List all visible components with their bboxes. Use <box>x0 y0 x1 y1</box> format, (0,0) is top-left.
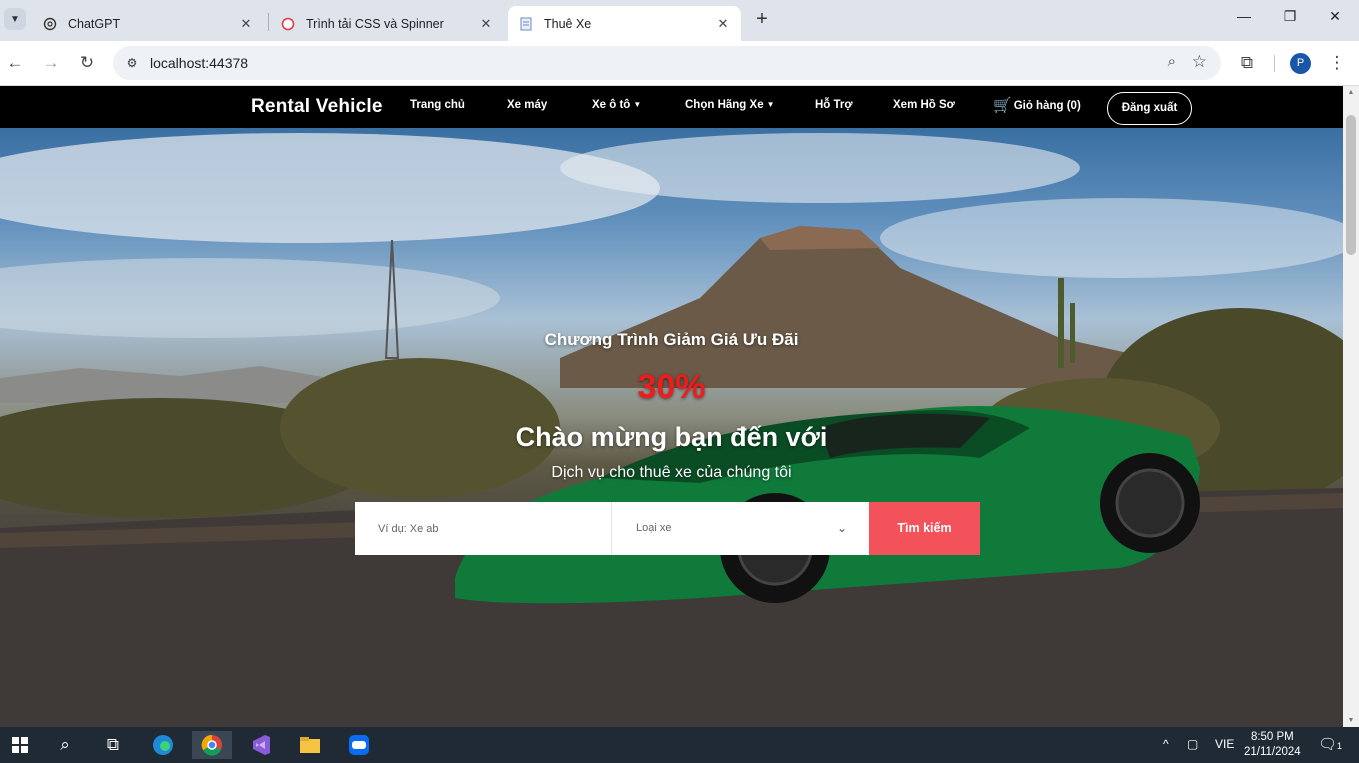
promo-title: Chương Trình Giảm Giá Ưu Đãi <box>544 330 799 349</box>
search-input[interactable] <box>355 502 612 555</box>
language-indicator[interactable]: VIE <box>1215 737 1234 751</box>
new-tab-plus-icon[interactable]: + <box>751 9 773 31</box>
nav-cart-label: Giỏ hàng (0) <box>1013 100 1081 112</box>
nav-brand-dropdown[interactable]: Chọn Hãng Xe ▼ <box>685 99 775 111</box>
caret-down-icon: ▼ <box>633 100 642 110</box>
url-text[interactable]: localhost:44378 <box>150 55 248 71</box>
page-scrollbar[interactable]: ▲ ▼ <box>1343 86 1359 727</box>
logout-button[interactable]: Đăng xuất <box>1107 92 1192 125</box>
search-button[interactable]: Tìm kiếm <box>869 502 980 555</box>
extensions-puzzle-icon[interactable]: ⧉ <box>1236 52 1258 74</box>
vehicle-type-select[interactable]: Loại xe ⌄ <box>612 502 869 555</box>
chrome-icon[interactable] <box>192 731 232 759</box>
hero-banner: Chương Trình Giảm Giá Ưu Đãi 30% Chào mừ… <box>0 128 1343 727</box>
browser-tab-strip: ▼ ChatGPT ✕ Trình tải CSS và Spinner ✕ T… <box>0 0 1359 41</box>
tab-thue-xe[interactable]: Thuê Xe ✕ <box>508 6 741 41</box>
file-explorer-icon[interactable] <box>290 731 330 759</box>
menu-kebab-icon[interactable]: ⋮ <box>1326 52 1348 74</box>
show-hidden-icons-chevron-icon[interactable]: ^ <box>1163 737 1169 751</box>
nav-profile-label: Xem Hồ Sơ <box>893 99 955 111</box>
page-viewport: Rental Vehicle Trang chủ Xe máy Xe ô tô ▼… <box>0 86 1343 727</box>
nav-motorbike-label: Xe máy <box>507 99 548 111</box>
tab-divider <box>268 13 269 31</box>
tab-close-icon[interactable]: ✕ <box>478 16 494 32</box>
address-bar[interactable]: ⚙ localhost:44378 ⌕ ☆ <box>113 46 1221 80</box>
site-settings-icon[interactable]: ⚙ <box>123 54 141 72</box>
forward-arrow-icon[interactable]: → <box>40 52 62 74</box>
scrollbar-thumb[interactable] <box>1346 115 1356 255</box>
edge-icon[interactable] <box>143 731 183 759</box>
toolbar-divider <box>1274 55 1275 72</box>
chevron-down-icon: ⌄ <box>836 521 847 535</box>
zoom-icon[interactable]: ⌕ <box>1168 53 1176 70</box>
page-icon <box>518 16 534 32</box>
shopping-cart-icon: 🛒 <box>993 97 1012 114</box>
task-view-icon[interactable]: ⧉ <box>93 731 133 759</box>
windows-taskbar: ⌕ ⧉ ^ ▢ VIE 8:50 PM 21/11/2024 🗨1 <box>0 727 1359 763</box>
nav-car-label: Xe ô tô <box>592 99 631 111</box>
tab-title: ChatGPT <box>68 16 121 31</box>
browser-toolbar: ← → ↻ ⚙ localhost:44378 ⌕ ☆ ⧉ P ⋮ <box>0 41 1359 86</box>
tab-chatgpt[interactable]: ChatGPT ✕ <box>32 6 264 41</box>
search-icon[interactable]: ⌕ <box>45 731 85 759</box>
tab-title: Thuê Xe <box>544 16 592 31</box>
notification-center-icon[interactable]: 🗨1 <box>1318 735 1342 753</box>
profile-avatar[interactable]: P <box>1290 53 1311 74</box>
nav-car-dropdown[interactable]: Xe ô tô ▼ <box>592 99 641 111</box>
nav-support-label: Hỗ Trợ <box>815 99 853 111</box>
tab-css-spinner[interactable]: Trình tải CSS và Spinner ✕ <box>270 6 504 41</box>
chatgpt-icon <box>42 16 58 32</box>
nav-support[interactable]: Hỗ Trợ <box>815 99 853 111</box>
tab-close-icon[interactable]: ✕ <box>715 16 731 32</box>
clock-date: 21/11/2024 <box>1244 746 1301 758</box>
clock[interactable]: 8:50 PM 21/11/2024 <box>1244 730 1301 760</box>
bookmark-star-icon[interactable]: ☆ <box>1192 52 1207 72</box>
site-navbar: Rental Vehicle Trang chủ Xe máy Xe ô tô ▼… <box>0 86 1343 128</box>
reload-icon[interactable]: ↻ <box>76 52 98 74</box>
zalo-icon[interactable] <box>339 731 379 759</box>
caret-down-icon: ▼ <box>766 100 775 110</box>
nav-cart[interactable]: 🛒 Giỏ hàng (0) <box>993 96 1081 114</box>
window-close-icon[interactable]: ✕ <box>1322 8 1348 32</box>
tab-search-button[interactable]: ▼ <box>4 8 26 30</box>
nav-profile[interactable]: Xem Hồ Sơ <box>893 99 955 111</box>
spinner-icon <box>280 16 296 32</box>
nav-home[interactable]: Trang chủ <box>410 99 465 111</box>
nav-motorbike[interactable]: Xe máy <box>507 99 547 111</box>
notification-count: 1 <box>1337 741 1343 751</box>
scroll-down-arrow-icon[interactable]: ▼ <box>1346 717 1356 724</box>
tab-close-icon[interactable]: ✕ <box>238 16 254 32</box>
tab-title: Trình tải CSS và Spinner <box>306 16 444 31</box>
vehicle-search-bar: Loại xe ⌄ Tìm kiếm <box>355 502 980 555</box>
welcome-subtitle: Dịch vụ cho thuê xe của chúng tôi <box>551 464 792 481</box>
scroll-up-arrow-icon[interactable]: ▲ <box>1346 89 1356 96</box>
welcome-heading: Chào mừng bạn đến với <box>515 422 828 452</box>
nav-home-label: Trang chủ <box>410 99 465 111</box>
meet-now-icon[interactable]: ▢ <box>1187 737 1198 751</box>
minimize-icon[interactable]: — <box>1231 8 1257 32</box>
site-brand-logo[interactable]: Rental Vehicle <box>251 96 383 118</box>
nav-brand-label: Chọn Hãng Xe <box>685 99 764 111</box>
restore-icon[interactable]: ❐ <box>1277 8 1303 32</box>
back-arrow-icon[interactable]: ← <box>4 52 26 74</box>
visual-studio-icon[interactable] <box>241 731 281 759</box>
windows-start-icon[interactable] <box>0 731 40 759</box>
clock-time: 8:50 PM <box>1250 731 1294 743</box>
promo-percent: 30% <box>637 368 706 406</box>
vehicle-type-label: Loại xe <box>636 522 672 534</box>
